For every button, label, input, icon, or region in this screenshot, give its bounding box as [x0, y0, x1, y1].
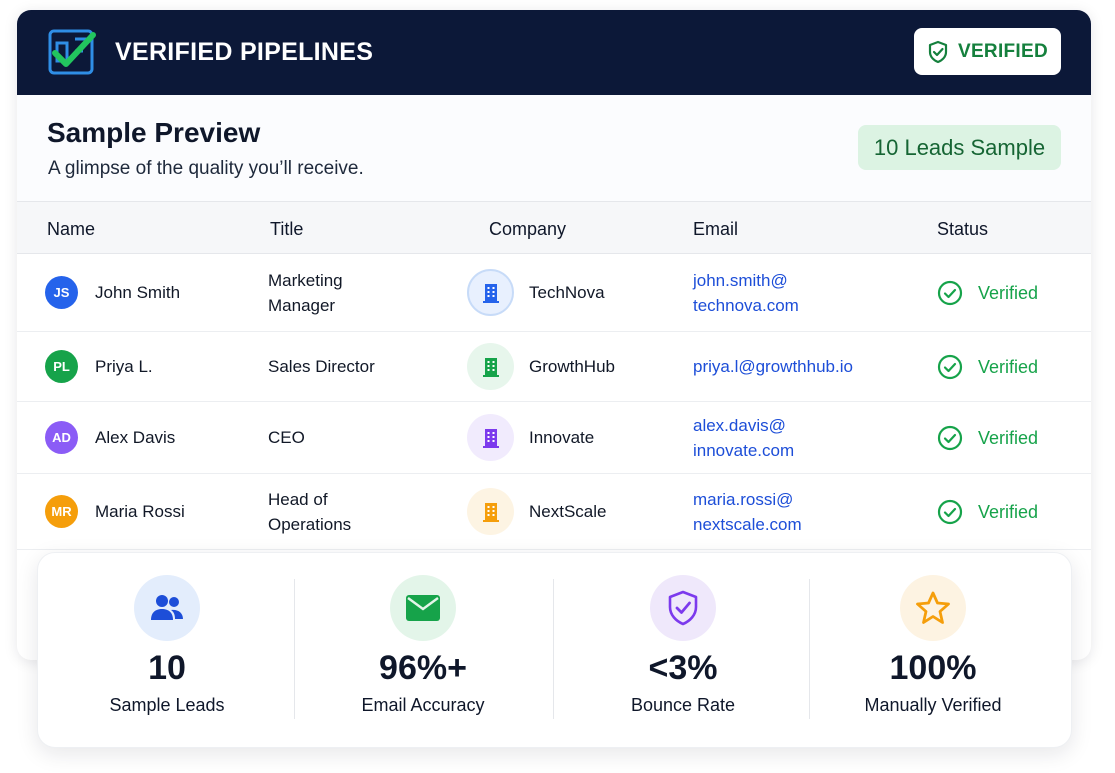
check-circle-icon	[937, 280, 963, 306]
stats-panel: 10 Sample Leads 96%+ Email Accuracy <3% Bounc…	[37, 552, 1072, 748]
column-header-email: Email	[693, 219, 739, 239]
lead-title: Marketing Manager	[268, 268, 343, 318]
status-label: Verified	[978, 427, 1039, 448]
email-line: alex.davis@	[693, 416, 786, 435]
shield-check-icon	[650, 575, 716, 641]
email-link[interactable]: maria.rossi@ nextscale.com	[693, 487, 802, 537]
email-link[interactable]: alex.davis@ innovate.com	[693, 413, 794, 463]
lead-title-line: Operations	[268, 515, 352, 534]
table-row[interactable]: MR Maria Rossi Head of Operations NextScale m…	[17, 474, 1091, 550]
email-line: innovate.com	[693, 441, 795, 460]
check-circle-icon	[937, 354, 963, 380]
stat-label: Bounce Rate	[630, 695, 736, 715]
avatar: PL	[45, 350, 78, 383]
lead-title-line: Head of	[268, 490, 328, 509]
leads-sample-badge: 10 Leads Sample	[858, 125, 1061, 170]
stat-item: <3% Bounce Rate	[583, 553, 783, 749]
status-label: Verified	[978, 356, 1039, 377]
envelope-icon	[390, 575, 456, 641]
top-bar: VERIFIED PIPELINES VERIFIED	[17, 10, 1091, 95]
table-header: Name Title Company Email Status	[17, 201, 1091, 254]
check-circle-icon	[937, 499, 963, 525]
stat-label: Email Accuracy	[361, 695, 485, 715]
avatar: AD	[45, 421, 78, 454]
building-icon	[467, 488, 514, 535]
company-name: Innovate	[529, 428, 595, 447]
status-badge: Verified	[937, 425, 1038, 451]
lead-name: John Smith	[95, 283, 181, 302]
stat-value: 100%	[889, 649, 977, 687]
table-row[interactable]: JS John Smith Marketing Manager TechNova john…	[17, 254, 1091, 332]
stats-divider	[294, 579, 295, 719]
column-header-company: Company	[489, 219, 567, 239]
stats-divider	[553, 579, 554, 719]
column-header-title: Title	[270, 219, 304, 239]
page-title: Sample Preview	[47, 117, 261, 148]
email-line: technova.com	[693, 296, 799, 315]
stat-label: Sample Leads	[109, 695, 225, 715]
lead-name: Priya L.	[95, 357, 153, 376]
avatar: MR	[45, 495, 78, 528]
email-line: nextscale.com	[693, 515, 802, 534]
column-header-name: Name	[47, 219, 96, 239]
stat-value: 10	[148, 649, 186, 687]
stat-item: 10 Sample Leads	[67, 553, 267, 749]
lead-title-line: Manager	[268, 296, 336, 315]
email-line: priya.l@growthhub.io	[693, 357, 853, 376]
email-line: john.smith@	[693, 271, 788, 290]
lead-title: CEO	[268, 425, 305, 450]
building-icon	[467, 269, 514, 316]
status-label: Verified	[978, 282, 1039, 303]
users-icon	[134, 575, 200, 641]
lead-title-line: CEO	[268, 428, 305, 447]
page-subtitle: A glimpse of the quality you’ll receive.	[48, 158, 364, 179]
email-link[interactable]: priya.l@growthhub.io	[693, 354, 853, 379]
lead-title: Head of Operations	[268, 487, 351, 537]
lead-name: Maria Rossi	[95, 502, 185, 521]
stat-value: <3%	[648, 649, 718, 687]
status-badge: Verified	[937, 499, 1038, 525]
verified-badge: VERIFIED	[914, 28, 1061, 75]
logo-icon	[48, 29, 96, 74]
preview-header: Sample Preview A glimpse of the quality …	[17, 95, 1091, 201]
company-name: GrowthHub	[529, 357, 615, 376]
avatar: JS	[45, 276, 78, 309]
status-badge: Verified	[937, 280, 1038, 306]
status-badge: Verified	[937, 354, 1038, 380]
table-row[interactable]: PL Priya L. Sales Director GrowthHub priya.l…	[17, 332, 1091, 402]
table-row[interactable]: AD Alex Davis CEO Innovate alex.davis@ innova…	[17, 402, 1091, 474]
shield-check-icon	[928, 40, 948, 63]
brand-name: VERIFIED PIPELINES	[115, 38, 374, 66]
status-label: Verified	[978, 501, 1039, 522]
verified-badge-label: VERIFIED	[957, 40, 1049, 62]
lead-title-line: Marketing	[268, 271, 343, 290]
stat-value: 96%+	[379, 649, 467, 687]
stats-divider	[809, 579, 810, 719]
building-icon	[467, 414, 514, 461]
email-line: maria.rossi@	[693, 490, 794, 509]
company-name: TechNova	[529, 283, 605, 302]
lead-name: Alex Davis	[95, 428, 176, 447]
star-icon	[900, 575, 966, 641]
building-icon	[467, 343, 514, 390]
column-header-status: Status	[937, 219, 989, 239]
lead-title: Sales Director	[268, 354, 375, 379]
stat-item: 100% Manually Verified	[833, 553, 1033, 749]
company-name: NextScale	[529, 502, 607, 521]
lead-title-line: Sales Director	[268, 357, 375, 376]
stat-item: 96%+ Email Accuracy	[323, 553, 523, 749]
check-circle-icon	[937, 425, 963, 451]
stat-label: Manually Verified	[864, 695, 1002, 715]
email-link[interactable]: john.smith@ technova.com	[693, 268, 799, 318]
